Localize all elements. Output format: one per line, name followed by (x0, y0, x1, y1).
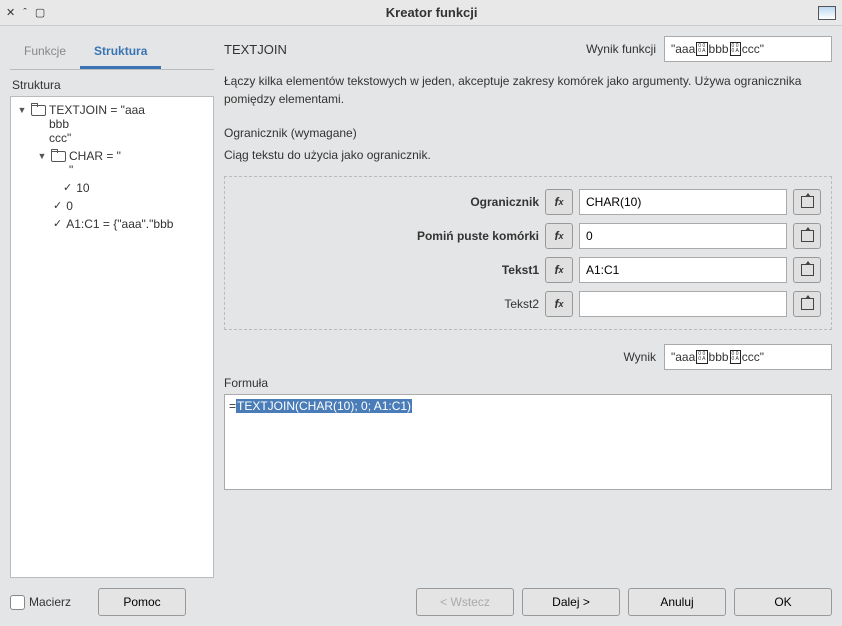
tab-bar: Funkcje Struktura (10, 36, 214, 70)
function-result-label: Wynik funkcji (586, 42, 656, 56)
current-param-title: Ogranicznik (wymagane) (224, 126, 832, 140)
result-part: ccc" (742, 42, 764, 56)
param-label: Pomiń puste komórki (235, 229, 539, 243)
control-char-icon: 0 00 A (730, 42, 741, 56)
tree-label: 10 (76, 181, 89, 195)
tree-label: " (69, 163, 73, 177)
shrink-icon (801, 298, 814, 310)
result-part: ccc" (742, 350, 764, 364)
fx-button[interactable]: fx (545, 257, 573, 283)
check-icon: ✓ (53, 199, 62, 212)
param-row-tekst2: Tekst2 fx (235, 291, 821, 317)
shrink-icon (801, 196, 814, 208)
right-panel: TEXTJOIN Wynik funkcji "aaa 0 00 A bbb 0… (224, 36, 832, 578)
function-description: Łączy kilka elementów tekstowych w jeden… (224, 72, 832, 108)
check-icon: ✓ (53, 217, 62, 230)
tree-label: TEXTJOIN = "aaa (49, 103, 145, 117)
matrix-checkbox-wrap[interactable]: Macierz (10, 595, 90, 610)
param-input-tekst2[interactable] (579, 291, 787, 317)
tree-char-value[interactable]: ✓ 10 (13, 179, 211, 197)
folder-icon (31, 103, 45, 115)
close-icon[interactable]: ✕ (6, 6, 15, 19)
cancel-button[interactable]: Anuluj (628, 588, 726, 616)
param-input-pomin[interactable] (579, 223, 787, 249)
result-part: "aaa (671, 42, 695, 56)
tree-label: bbb (49, 117, 69, 131)
result-part: bbb (709, 42, 729, 56)
function-result-box: "aaa 0 00 A bbb 0 00 A ccc" (664, 36, 832, 62)
structure-tree[interactable]: ▼ TEXTJOIN = "aaa bbb ccc" ▼ CHAR = " " (10, 96, 214, 578)
chevron-down-icon[interactable]: ▼ (17, 103, 27, 117)
tree-label: A1:C1 = {"aaa"."bbb (66, 217, 173, 231)
param-label: Ogranicznik (235, 195, 539, 209)
ok-button[interactable]: OK (734, 588, 832, 616)
control-char-icon: 0 00 A (696, 42, 707, 56)
param-row-pomin: Pomiń puste komórki fx (235, 223, 821, 249)
function-name: TEXTJOIN (224, 42, 578, 57)
tree-label: 0 (66, 199, 73, 213)
tree-root[interactable]: ▼ TEXTJOIN = "aaa bbb ccc" (13, 101, 211, 147)
matrix-checkbox[interactable] (10, 595, 25, 610)
shrink-button[interactable] (793, 291, 821, 317)
up-icon[interactable]: ˆ (23, 7, 27, 19)
result-label: Wynik (623, 350, 656, 364)
shrink-icon (801, 230, 814, 242)
current-param-desc: Ciąg tekstu do użycia jako ogranicznik. (224, 148, 832, 162)
bottom-bar: Macierz Pomoc < Wstecz Dalej > Anuluj OK (10, 578, 832, 616)
tree-label: CHAR = " (69, 149, 121, 163)
tree-char[interactable]: ▼ CHAR = " " (13, 147, 211, 179)
formula-label: Formuła (224, 376, 832, 390)
param-label: Tekst2 (235, 297, 539, 311)
help-button[interactable]: Pomoc (98, 588, 186, 616)
param-label: Tekst1 (235, 263, 539, 277)
titlebar: ✕ ˆ ▢ Kreator funkcji (0, 0, 842, 26)
control-char-icon: 0 00 A (730, 350, 741, 364)
fx-button[interactable]: fx (545, 189, 573, 215)
param-row-ogranicznik: Ogranicznik fx (235, 189, 821, 215)
structure-label: Struktura (10, 70, 214, 96)
control-char-icon: 0 00 A (696, 350, 707, 364)
next-button[interactable]: Dalej > (522, 588, 620, 616)
folder-icon (51, 149, 65, 161)
shrink-icon (801, 264, 814, 276)
result-part: bbb (709, 350, 729, 364)
shrink-button[interactable] (793, 223, 821, 249)
formula-selection: TEXTJOIN(CHAR(10); 0; A1:C1) (236, 399, 412, 413)
fx-button[interactable]: fx (545, 223, 573, 249)
resize-icon[interactable] (818, 6, 836, 20)
shrink-button[interactable] (793, 257, 821, 283)
matrix-label: Macierz (29, 595, 71, 609)
result-part: "aaa (671, 350, 695, 364)
maximize-icon[interactable]: ▢ (35, 6, 45, 19)
check-icon: ✓ (63, 181, 72, 194)
shrink-button[interactable] (793, 189, 821, 215)
tree-zero[interactable]: ✓ 0 (13, 197, 211, 215)
tab-struktura[interactable]: Struktura (80, 36, 161, 69)
param-input-tekst1[interactable] (579, 257, 787, 283)
fx-button[interactable]: fx (545, 291, 573, 317)
tab-funkcje[interactable]: Funkcje (10, 36, 80, 69)
formula-input[interactable]: =TEXTJOIN(CHAR(10); 0; A1:C1) (224, 394, 832, 490)
param-row-tekst1: Tekst1 fx (235, 257, 821, 283)
chevron-down-icon[interactable]: ▼ (37, 149, 47, 163)
tree-label: ccc" (49, 131, 71, 145)
param-input-ogranicznik[interactable] (579, 189, 787, 215)
tree-range[interactable]: ✓ A1:C1 = {"aaa"."bbb (13, 215, 211, 233)
params-container: Ogranicznik fx Pomiń puste komórki fx Te… (224, 176, 832, 330)
left-panel: Funkcje Struktura Struktura ▼ TEXTJOIN =… (10, 36, 214, 578)
result-box: "aaa 0 00 A bbb 0 00 A ccc" (664, 344, 832, 370)
window-title: Kreator funkcji (45, 5, 818, 20)
back-button[interactable]: < Wstecz (416, 588, 514, 616)
formula-prefix: = (229, 399, 236, 413)
